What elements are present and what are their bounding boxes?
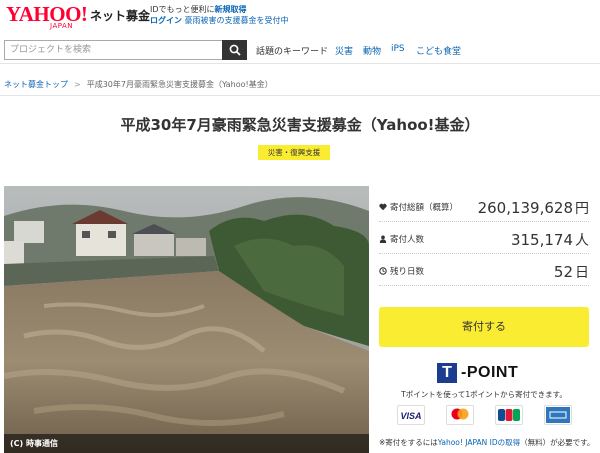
project-photo bbox=[4, 186, 369, 453]
donors-count: 315,174 bbox=[510, 231, 573, 249]
donors-unit: 人 bbox=[575, 233, 589, 249]
logo-text: YAHOO! bbox=[6, 2, 88, 26]
service-name[interactable]: ネット募金 bbox=[90, 7, 150, 24]
days-label-text: 残り日数 bbox=[390, 267, 425, 277]
stat-total-label: 寄付総額（概算） bbox=[379, 201, 458, 213]
stat-total-value: 260,139,628 円 bbox=[478, 198, 589, 218]
photo-credit: (C) 時事通信 bbox=[4, 434, 369, 453]
stat-donors-value: 315,174 人 bbox=[511, 230, 589, 250]
search-button[interactable] bbox=[222, 40, 247, 60]
heart-icon bbox=[379, 203, 387, 211]
login-link[interactable]: ログイン bbox=[150, 16, 182, 25]
notice-prefix: ※寄付をするには bbox=[379, 438, 438, 447]
tpoint-logo-text: -POINT bbox=[461, 364, 519, 381]
search-icon bbox=[229, 44, 241, 56]
info-prefix: IDでもっと便利に bbox=[150, 5, 215, 14]
donors-label-text: 寄付人数 bbox=[390, 235, 425, 245]
keyword-link[interactable]: 動物 bbox=[363, 44, 381, 57]
keyword-link[interactable]: こども食堂 bbox=[416, 44, 461, 57]
stat-donors: 寄付人数 315,174 人 bbox=[379, 224, 589, 254]
breadcrumb-current: 平成30年7月豪雨緊急災害支援募金（Yahoo!基金） bbox=[86, 80, 273, 89]
total-amount: 260,139,628 bbox=[477, 199, 573, 217]
get-id-link[interactable]: Yahoo! JAPAN IDの取得 bbox=[438, 438, 520, 447]
page-title: 平成30年7月豪雨緊急災害支援募金（Yahoo!基金） bbox=[120, 116, 480, 134]
days-unit: 日 bbox=[575, 265, 589, 281]
breadcrumb-home[interactable]: ネット募金トップ bbox=[4, 80, 68, 89]
stat-total: 寄付総額（概算） 260,139,628 円 bbox=[379, 192, 589, 222]
tpoint-section: T -POINT Tポイントを使って1ポイントから寄付できます。 VISA bbox=[379, 359, 589, 439]
category-tag[interactable]: 災害・復興支援 bbox=[258, 145, 330, 160]
search-input[interactable]: プロジェクトを検索 bbox=[4, 40, 224, 60]
header-info: IDでもっと便利に新規取得 ログイン 豪雨被害の支援募金を受付中 bbox=[150, 4, 289, 26]
tpoint-logo-mark: T bbox=[437, 363, 457, 383]
signup-link[interactable]: 新規取得 bbox=[215, 5, 247, 14]
amex-card-icon bbox=[544, 405, 572, 425]
payment-cards: VISA bbox=[397, 405, 572, 427]
jcb-card-icon bbox=[495, 405, 523, 425]
keywords-label: 話題のキーワード bbox=[256, 47, 329, 57]
person-icon bbox=[379, 235, 387, 243]
notice-suffix: （無料）が必要です。 bbox=[520, 438, 595, 447]
total-unit: 円 bbox=[575, 201, 589, 217]
divider bbox=[0, 95, 600, 96]
breadcrumb-separator: > bbox=[74, 80, 81, 89]
mastercard-icon bbox=[446, 405, 474, 425]
login-notice: ※寄付をするにはYahoo! JAPAN IDの取得（無料）が必要です。 bbox=[379, 437, 594, 448]
stat-donors-label: 寄付人数 bbox=[379, 233, 424, 245]
logo-sub-text: JAPAN bbox=[50, 22, 74, 30]
days-count: 52 bbox=[553, 263, 573, 281]
flood-photo bbox=[4, 186, 369, 453]
stat-days: 残り日数 52 日 bbox=[379, 256, 589, 286]
breadcrumb: ネット募金トップ > 平成30年7月豪雨緊急災害支援募金（Yahoo!基金） bbox=[4, 79, 273, 90]
svg-text:VISA: VISA bbox=[400, 411, 421, 421]
announcement-link[interactable]: 豪雨被害の支援募金を受付中 bbox=[185, 16, 289, 25]
search-bar: プロジェクトを検索 話題のキーワード 災害 動物 iPS こども食堂 bbox=[0, 36, 600, 64]
site-header: YAHOO! JAPAN ネット募金 IDでもっと便利に新規取得 ログイン 豪雨… bbox=[0, 0, 600, 34]
keyword-link[interactable]: iPS bbox=[391, 44, 405, 54]
stat-days-value: 52 日 bbox=[554, 262, 589, 282]
visa-card-icon: VISA bbox=[397, 405, 425, 425]
donate-button[interactable]: 寄付する bbox=[379, 307, 589, 347]
total-label-text: 寄付総額（概算） bbox=[390, 203, 459, 213]
yahoo-logo[interactable]: YAHOO! JAPAN bbox=[6, 3, 88, 31]
tpoint-logo: T -POINT bbox=[437, 363, 518, 383]
clock-icon bbox=[379, 267, 387, 275]
keyword-link[interactable]: 災害 bbox=[335, 44, 353, 57]
stat-days-label: 残り日数 bbox=[379, 265, 424, 277]
tpoint-description: Tポイントを使って1ポイントから寄付できます。 bbox=[401, 390, 567, 399]
